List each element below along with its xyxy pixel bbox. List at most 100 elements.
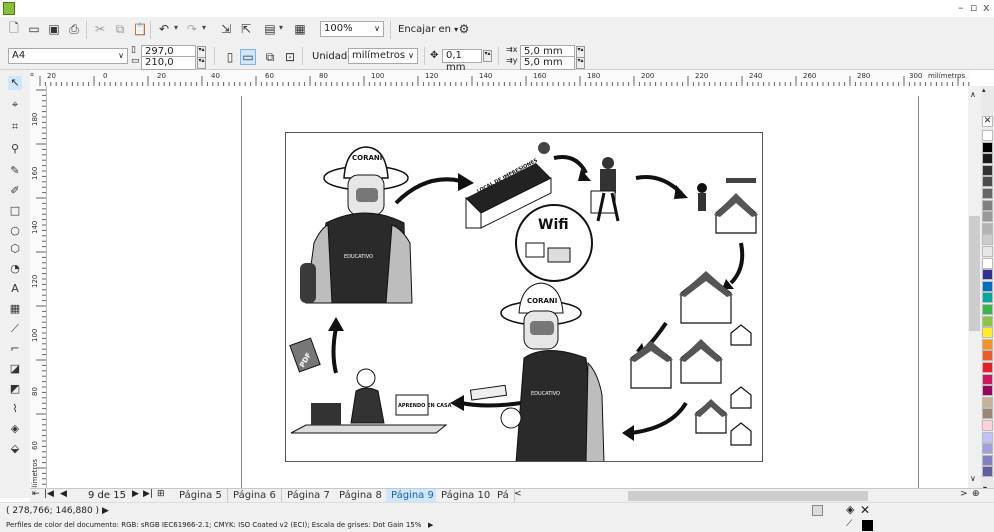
color-swatch[interactable]	[982, 396, 993, 408]
options-icon[interactable]: ⚙	[456, 21, 472, 37]
page-tab[interactable]: Página 10	[436, 489, 497, 502]
paper-size-select[interactable]: A4 ∨	[8, 48, 128, 64]
redo-dropdown-icon[interactable]: ▾	[202, 23, 206, 32]
nudge-spinner[interactable]: ▾▴	[483, 50, 492, 62]
no-color-swatch[interactable]: ✕	[982, 116, 993, 127]
color-swatch[interactable]	[982, 408, 993, 420]
page-height-spinner[interactable]: ▾▴	[197, 57, 206, 69]
app-launcher-icon[interactable]: ▤	[262, 21, 278, 37]
redo-icon[interactable]: ↷	[184, 21, 200, 37]
text-tool-icon[interactable]: A	[8, 282, 22, 296]
page-tab[interactable]: Pá	[492, 489, 515, 502]
color-swatch[interactable]	[982, 269, 993, 281]
current-page-icon[interactable]: ⊡	[282, 49, 298, 65]
basic-shapes-icon[interactable]: ◔	[8, 262, 22, 276]
cut-icon[interactable]: ✂	[92, 21, 108, 37]
scroll-down-icon[interactable]: ∨	[970, 474, 976, 483]
nudge-distance-field[interactable]: 0,1 mm	[442, 49, 482, 73]
color-swatch[interactable]	[982, 199, 993, 211]
smart-fill-icon[interactable]: ⬙	[8, 442, 22, 456]
dimension-tool-icon[interactable]: ⟋	[8, 322, 22, 336]
print-icon[interactable]: ⎙	[66, 21, 82, 37]
color-swatch[interactable]	[982, 257, 993, 269]
ellipse-tool-icon[interactable]: ○	[8, 224, 22, 238]
close-icon[interactable]: x	[983, 1, 990, 14]
color-swatch[interactable]	[982, 466, 993, 478]
horizontal-ruler[interactable]: ⌗ 20 0 20 40 60 80 100 120 140 160 180 2…	[30, 70, 970, 87]
color-swatch[interactable]	[982, 164, 993, 176]
color-swatch[interactable]	[982, 246, 993, 257]
first-page-icon[interactable]: ⇤	[32, 489, 40, 499]
color-swatch[interactable]	[982, 373, 993, 385]
palette-scroll-up-icon[interactable]: ▴	[982, 86, 986, 94]
copy-icon[interactable]: ⧉	[112, 21, 128, 37]
restore-icon[interactable]: ▫	[970, 1, 977, 14]
save-icon[interactable]: ▣	[46, 21, 62, 37]
fill-bucket-icon[interactable]: ◈	[846, 503, 854, 516]
color-swatch[interactable]	[982, 222, 993, 234]
new-document-icon[interactable]: 🗋	[6, 21, 22, 37]
vertical-ruler[interactable]: 180 160 140 120 100 80 60 milímetros	[30, 86, 47, 498]
rectangle-tool-icon[interactable]: □	[8, 204, 22, 218]
transparency-tool-icon[interactable]: ◩	[8, 382, 22, 396]
pick-tool-icon[interactable]: ↖	[8, 76, 22, 90]
snapshot-icon[interactable]	[812, 505, 823, 516]
landscape-icon[interactable]: ▭	[240, 49, 256, 65]
vertical-scrollbar[interactable]: ∧ ∨	[968, 86, 981, 488]
color-swatch[interactable]	[982, 188, 993, 199]
minimize-icon[interactable]: –	[958, 1, 964, 14]
freehand-tool-icon[interactable]: ✎	[8, 164, 22, 178]
color-swatch[interactable]	[982, 350, 993, 362]
scroll-thumb[interactable]	[969, 216, 980, 331]
page-height-field[interactable]: 210,0 mm	[141, 56, 196, 80]
connector-tool-icon[interactable]: ⌐	[8, 342, 22, 356]
page-tab[interactable]: Página 7	[282, 489, 336, 502]
zoom-tool-icon[interactable]: ⚲	[8, 142, 22, 156]
add-page-icon[interactable]: ⊞	[157, 489, 165, 499]
outline-color-swatch[interactable]	[862, 520, 873, 531]
color-swatch[interactable]	[982, 443, 993, 455]
ruler-origin-icon[interactable]: ⌗	[30, 71, 34, 80]
coordinates-arrow[interactable]: ▶	[102, 506, 109, 516]
zoom-level-select[interactable]: 100% ∨	[320, 21, 384, 37]
paste-icon[interactable]: 📋	[132, 21, 148, 37]
portrait-icon[interactable]: ▯	[222, 49, 238, 65]
color-swatch[interactable]	[982, 327, 993, 339]
color-swatch[interactable]	[982, 176, 993, 188]
color-swatch[interactable]	[982, 280, 993, 292]
open-folder-icon[interactable]: ▭	[26, 21, 42, 37]
export-icon[interactable]: ⇱	[238, 21, 254, 37]
page-tab[interactable]: Página 6	[228, 489, 282, 502]
zoom-navigator-icon[interactable]: ⊕	[972, 489, 980, 499]
last-page-icon[interactable]: ▶|	[143, 489, 153, 499]
eyedropper-tool-icon[interactable]: ⌇	[8, 402, 22, 416]
color-swatch[interactable]	[982, 315, 993, 327]
color-swatch[interactable]	[982, 362, 993, 373]
prev-first-icon[interactable]: |◀	[44, 489, 54, 499]
polygon-tool-icon[interactable]: ⬡	[8, 242, 22, 256]
color-swatch[interactable]	[982, 234, 993, 246]
page-tab-active[interactable]: Página 9	[386, 489, 440, 502]
previous-page-icon[interactable]: ◀	[60, 489, 67, 499]
color-swatch[interactable]	[982, 431, 993, 443]
color-swatch[interactable]	[982, 153, 993, 165]
outline-pen-icon[interactable]: ⟋	[846, 519, 852, 529]
crop-tool-icon[interactable]: ⌗	[8, 120, 22, 134]
duplicate-y-field[interactable]: 5,0 mm	[520, 56, 575, 70]
scroll-up-icon[interactable]: ∧	[970, 90, 976, 99]
color-profile-arrow[interactable]: ▶	[428, 521, 433, 529]
page-tab[interactable]: Página 5	[174, 489, 228, 502]
undo-dropdown-icon[interactable]: ▾	[174, 23, 178, 32]
color-swatch[interactable]	[982, 141, 993, 153]
all-pages-icon[interactable]: ⧉	[262, 49, 278, 65]
color-swatch[interactable]	[982, 211, 993, 223]
color-swatch[interactable]	[982, 385, 993, 397]
table-tool-icon[interactable]: ▦	[8, 302, 22, 316]
welcome-screen-icon[interactable]: ▦	[292, 21, 308, 37]
color-swatch[interactable]	[982, 130, 993, 141]
infographic-illustration[interactable]: CORANI EDUCATIVO LOCAL DE IMPRESIONES Wi…	[285, 132, 763, 462]
app-launcher-dropdown-icon[interactable]: ▾	[279, 23, 283, 32]
undo-icon[interactable]: ↶	[156, 21, 172, 37]
horizontal-scroll-thumb[interactable]	[628, 491, 868, 501]
units-select[interactable]: milímetros ∨	[348, 48, 418, 64]
